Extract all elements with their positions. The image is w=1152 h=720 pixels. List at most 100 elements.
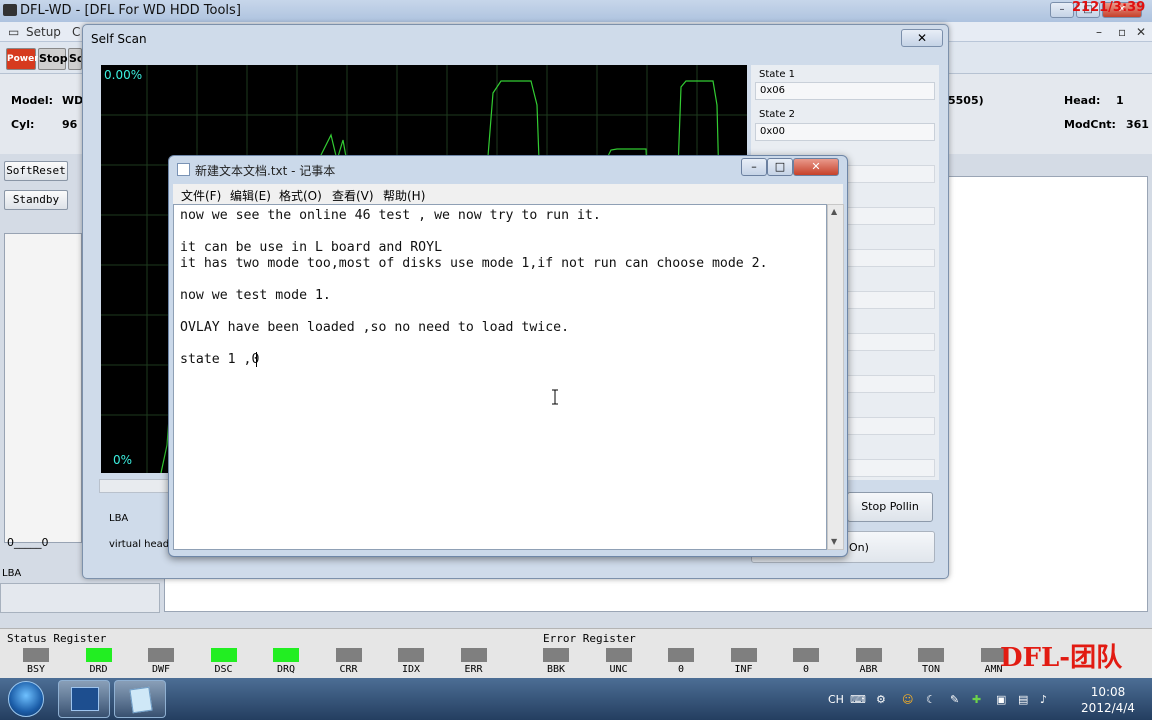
error_register-led (543, 648, 569, 662)
start-button-icon[interactable] (8, 681, 44, 717)
main-lba-box (0, 583, 160, 613)
state2-label: State 2 (759, 109, 796, 120)
taskbar-notepad-icon[interactable] (114, 680, 166, 718)
menu-c[interactable]: C (72, 25, 80, 39)
softreset-button[interactable]: SoftReset (4, 161, 68, 181)
error_register-led-label: 0 (677, 664, 685, 675)
error_register-led-label: 0 (802, 664, 810, 675)
modcnt-value: 361 (1126, 118, 1149, 131)
cyl-value: 96 (62, 118, 78, 131)
tray-lock-icon[interactable]: ▣ (996, 693, 1006, 706)
error_register-led (855, 648, 882, 662)
scroll-up-icon[interactable]: ▲ (831, 207, 837, 216)
tray-moon-icon[interactable]: ☾ (926, 693, 936, 706)
notepad-menu-bar: 文件(F) 编辑(E) 格式(O) 查看(V) 帮助(H) (173, 184, 843, 204)
notepad-vertical-scrollbar[interactable]: ▲ ▼ (827, 204, 844, 550)
error_register-led-label: UNC (609, 664, 628, 675)
taskbar-clock[interactable]: 10:08 2012/4/4 (1068, 684, 1148, 716)
graph-top-label: 0.00% (104, 68, 143, 82)
language-indicator[interactable]: CH (828, 693, 844, 706)
taskbar-dfl-app-icon[interactable] (58, 680, 110, 718)
text-caret (256, 352, 257, 367)
cyl-label: Cyl: (11, 118, 35, 131)
tray-smile-icon[interactable]: ☺ (902, 693, 913, 706)
modcnt-label: ModCnt: (1064, 118, 1116, 131)
status_register-led (23, 648, 49, 662)
tray-settings-icon[interactable]: ⚙ (876, 693, 886, 706)
notepad-maximize-icon[interactable]: □ (767, 158, 793, 176)
mdi-restore-icon[interactable]: ▫ (1118, 25, 1126, 39)
text-line: now we see the online 46 test , we now t… (180, 208, 601, 223)
main-lba-label: LBA (2, 568, 22, 579)
virtual-head-label: virtual head (109, 539, 170, 550)
minimize-icon[interactable]: – (1050, 2, 1074, 18)
clock-time: 10:08 (1090, 685, 1126, 699)
text-line: it has two mode too,most of disks use mo… (180, 256, 768, 271)
model-value: WD (62, 94, 84, 107)
notepad-menu-format[interactable]: 格式(O) (279, 187, 322, 204)
info-fragment: 5505) (948, 94, 984, 107)
error_register-led-label: INF (734, 664, 753, 675)
text-line: now we test mode 1. (180, 288, 331, 303)
tray-wand-icon[interactable]: ✎ (950, 693, 959, 706)
left-log-panel: 0_____0 (4, 233, 82, 549)
state2-value: 0x00 (755, 123, 935, 141)
status_register-led-label: BSY (26, 664, 46, 675)
model-label: Model: (11, 94, 54, 107)
graph-bottom-label: 0% (113, 453, 133, 467)
status_register-led (85, 648, 112, 662)
on-button-label: On) (849, 541, 869, 554)
mdi-minimize-icon[interactable]: – (1096, 25, 1102, 39)
tray-volume-icon[interactable]: ♪ (1040, 693, 1047, 706)
menu-setup-icon: ▭ (8, 25, 20, 39)
state1-label: State 1 (759, 69, 796, 80)
error_register-led-label: ABR (859, 664, 878, 675)
status_register-led-label: ERR (464, 664, 483, 675)
notepad-menu-help[interactable]: 帮助(H) (383, 187, 425, 204)
head-value: 1 (1116, 94, 1124, 107)
notepad-text-area[interactable]: now we see the online 46 test , we now t… (173, 204, 827, 550)
self-scan-close-icon[interactable]: ✕ (901, 29, 943, 47)
status_register-led (460, 648, 487, 662)
status_register-led (210, 648, 237, 662)
text-line: it can be use in L board and ROYL (180, 240, 443, 255)
main-title-bar: DFL-WD - [DFL For WD HDD Tools] – □ ✕ 21… (0, 0, 1152, 22)
notepad-app-icon (177, 163, 190, 176)
notepad-minimize-icon[interactable]: – (741, 158, 767, 176)
notepad-menu-view[interactable]: 查看(V) (332, 187, 374, 204)
notepad-window: 新建文本文档.txt - 记事本 – □ ✕ 文件(F) 编辑(E) 格式(O)… (168, 155, 848, 557)
tray-plus-icon[interactable]: ✚ (972, 693, 981, 706)
standby-button[interactable]: Standby (4, 190, 68, 210)
dfl-team-watermark: DFL-团队 (1000, 643, 1123, 673)
mdi-close-icon[interactable]: ✕ (1136, 25, 1146, 39)
state1-value: 0x06 (755, 82, 935, 100)
stop-polling-button[interactable]: Stop Pollin (847, 492, 933, 522)
menu-setup[interactable]: Setup (26, 25, 61, 39)
notepad-title: 新建文本文档.txt - 记事本 (195, 164, 336, 178)
error-register-title: Error Register (543, 632, 636, 645)
head-label: Head: (1064, 94, 1101, 107)
error_register-led-label: TON (921, 664, 941, 675)
stop-button[interactable]: Stop (38, 48, 68, 70)
clock-date: 2012/4/4 (1081, 701, 1135, 715)
tray-network-icon[interactable]: ▤ (1018, 693, 1028, 706)
error_register-led (730, 648, 757, 662)
keyboard-icon[interactable]: ⌨ (850, 693, 866, 706)
notepad-menu-edit[interactable]: 编辑(E) (230, 187, 271, 204)
scroll-down-icon[interactable]: ▼ (831, 537, 837, 546)
status_register-led-label: IDX (401, 664, 421, 675)
notepad-menu-file[interactable]: 文件(F) (181, 187, 221, 204)
scan-button[interactable]: Sc (68, 48, 82, 70)
notepad-close-icon[interactable]: ✕ (793, 158, 839, 176)
main-window-title: DFL-WD - [DFL For WD HDD Tools] (20, 3, 241, 18)
taskbar: CH ⌨ ⚙ ☺ ☾ ✎ ✚ ▣ ▤ ♪ 10:08 2012/4/4 (0, 678, 1152, 720)
error_register-led (918, 648, 944, 662)
self-scan-title: Self Scan (91, 32, 147, 46)
register-bar: Status Register Error Register BSY DRD DWF… (0, 628, 1152, 678)
error_register-led-label: BBK (546, 664, 566, 675)
ss-lba-label: LBA (109, 513, 129, 524)
status_register-led (148, 648, 174, 662)
power-button[interactable]: Power (6, 48, 39, 70)
error_register-led (793, 648, 819, 662)
error_register-led (668, 648, 694, 662)
